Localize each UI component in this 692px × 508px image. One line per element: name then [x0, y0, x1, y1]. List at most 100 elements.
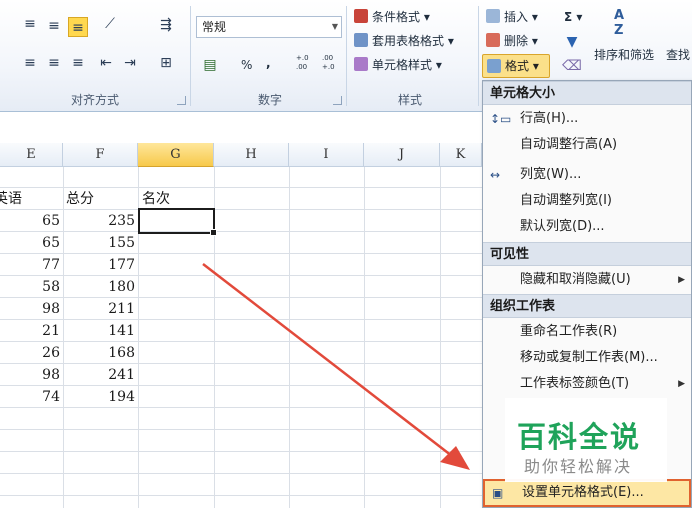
column-header-e[interactable]: E — [0, 143, 63, 167]
menu-item-hide-unhide[interactable]: 隐藏和取消隐藏(U) ▶ — [483, 267, 691, 293]
number-format-select[interactable]: 常规 ▼ — [196, 16, 342, 38]
ribbon-separator — [190, 6, 191, 106]
menu-item-label: 隐藏和取消隐藏(U) — [520, 272, 631, 287]
column-divider — [364, 167, 365, 508]
menu-section-visibility: 可见性 — [483, 242, 691, 266]
cell-e[interactable]: 77 — [0, 254, 60, 276]
cell-f[interactable]: 141 — [63, 320, 135, 342]
cell-e[interactable]: 74 — [0, 386, 60, 408]
menu-item-tab-color[interactable]: 工作表标签颜色(T) ▶ — [483, 371, 691, 397]
group-label-styles: 样式 — [397, 93, 422, 107]
cell-f[interactable]: 194 — [63, 386, 135, 408]
align-bottom-icon[interactable]: ≡ — [68, 17, 88, 37]
number-launcher-icon[interactable] — [333, 96, 342, 105]
menu-section-cell-size: 单元格大小 — [483, 81, 691, 105]
column-header-h[interactable]: H — [214, 143, 289, 167]
comma-button[interactable]: , — [266, 52, 271, 74]
menu-item-label: 工作表标签颜色(T) — [520, 376, 630, 391]
column-header-i[interactable]: I — [289, 143, 364, 167]
increase-indent-icon[interactable]: ⇥ — [120, 53, 140, 73]
align-right-icon[interactable]: ≡ — [68, 53, 88, 73]
cell-f[interactable]: 168 — [63, 342, 135, 364]
cell-f-header[interactable]: 总分 — [66, 188, 136, 210]
cell-e-header[interactable]: 英语 — [0, 188, 62, 210]
fill-icon[interactable]: ▼ — [562, 32, 582, 52]
align-left-icon[interactable]: ≡ — [20, 53, 40, 73]
menu-item-move-copy-sheet[interactable]: 移动或复制工作表(M)... — [483, 345, 691, 371]
cell-e[interactable]: 65 — [0, 210, 60, 232]
insert-button[interactable]: 插入 ▾ — [486, 6, 538, 28]
cell-f[interactable]: 241 — [63, 364, 135, 386]
menu-section-organize-sheets: 组织工作表 — [483, 294, 691, 318]
ribbon-separator — [478, 6, 479, 106]
format-as-table-label: 套用表格格式 — [372, 34, 445, 48]
sort-filter-icon[interactable]: A Z — [614, 8, 642, 46]
cell-e[interactable]: 26 — [0, 342, 60, 364]
align-top-icon[interactable]: ≡ — [20, 14, 40, 34]
number-format-value: 常规 — [202, 20, 227, 34]
cell-f[interactable]: 155 — [63, 232, 135, 254]
cell-e[interactable]: 58 — [0, 276, 60, 298]
autosum-button[interactable]: Σ ▾ — [564, 6, 582, 28]
delete-button[interactable]: 删除 ▾ — [486, 30, 538, 52]
menu-item-default-width[interactable]: 默认列宽(D)... — [483, 214, 691, 240]
menu-item-label: 列宽(W)... — [520, 167, 582, 182]
menu-item-format-cells[interactable]: ▣ 设置单元格格式(E)... — [483, 479, 691, 507]
row-height-icon: ↕▭ — [490, 112, 512, 126]
text-orientation-icon[interactable]: ⟋ — [100, 14, 120, 34]
increase-decimal-button[interactable]: +.0 .00 — [296, 54, 318, 76]
conditional-format-button[interactable]: 条件格式 ▾ — [354, 6, 430, 28]
menu-item-label: 行高(H)... — [520, 111, 579, 126]
submenu-arrow-icon: ▶ — [678, 379, 685, 389]
align-middle-icon[interactable]: ≡ — [44, 16, 64, 36]
sort-filter-button[interactable]: 排序和筛选 — [594, 44, 654, 66]
menu-item-column-width[interactable]: ↔ 列宽(W)... — [483, 162, 691, 188]
cell-e[interactable]: 98 — [0, 364, 60, 386]
cell-e[interactable]: 98 — [0, 298, 60, 320]
menu-item-autofit-column-width[interactable]: 自动调整列宽(I) — [483, 188, 691, 214]
cell-f[interactable]: 180 — [63, 276, 135, 298]
cell-f[interactable]: 211 — [63, 298, 135, 320]
format-as-table-button[interactable]: 套用表格格式 ▾ — [354, 30, 454, 52]
accounting-format-icon[interactable]: ▤ — [200, 55, 220, 75]
column-header-f[interactable]: F — [63, 143, 138, 167]
decrease-indent-icon[interactable]: ⇤ — [96, 53, 116, 73]
cell-g-header[interactable]: 名次 — [142, 188, 212, 210]
table-icon — [354, 33, 368, 47]
cell-e[interactable]: 21 — [0, 320, 60, 342]
percent-button[interactable]: % — [241, 54, 252, 76]
menu-item-row-height[interactable]: ↕▭ 行高(H)... — [483, 106, 691, 132]
decrease-decimal-button[interactable]: .00 +.0 — [322, 54, 344, 76]
menu-item-label: 移动或复制工作表(M)... — [520, 350, 658, 365]
menu-item-autofit-row-height[interactable]: 自动调整行高(A) — [483, 132, 691, 158]
column-header-k[interactable]: K — [440, 143, 482, 167]
menu-item-label: 自动调整行高(A) — [520, 137, 618, 152]
find-select-button[interactable]: 查找 — [666, 44, 692, 66]
cell-e[interactable]: 65 — [0, 232, 60, 254]
group-label-number: 数字 — [257, 93, 282, 107]
column-divider — [289, 167, 290, 508]
clear-icon[interactable]: ⌫ — [562, 56, 582, 76]
submenu-arrow-icon: ▶ — [678, 275, 685, 285]
alignment-launcher-icon[interactable] — [177, 96, 186, 105]
active-cell-cursor[interactable] — [138, 208, 217, 236]
align-center-icon[interactable]: ≡ — [44, 53, 64, 73]
delete-cells-icon — [486, 33, 500, 47]
chevron-down-icon: ▼ — [331, 22, 338, 31]
format-label: 格式 — [505, 59, 530, 73]
cell-f[interactable]: 177 — [63, 254, 135, 276]
cell-styles-button[interactable]: 单元格样式 ▾ — [354, 54, 442, 76]
column-width-icon: ↔ — [490, 168, 501, 182]
menu-item-rename-sheet[interactable]: 重命名工作表(R) — [483, 319, 691, 345]
format-button[interactable]: 格式 ▾ — [482, 54, 550, 78]
menu-item-label: 默认列宽(D)... — [520, 219, 605, 234]
merge-center-icon[interactable]: ⊞ — [156, 53, 176, 73]
cell-f[interactable]: 235 — [63, 210, 135, 232]
column-header-j[interactable]: J — [364, 143, 440, 167]
menu-item-label: 重命名工作表(R) — [520, 324, 618, 339]
cell-styles-icon — [354, 57, 368, 71]
format-cells-icon: ▣ — [492, 486, 504, 500]
column-header-g[interactable]: G — [138, 143, 214, 167]
watermark-subtitle: 助你轻松解决 — [524, 457, 633, 476]
wrap-text-icon[interactable]: ⇶ — [156, 15, 176, 35]
